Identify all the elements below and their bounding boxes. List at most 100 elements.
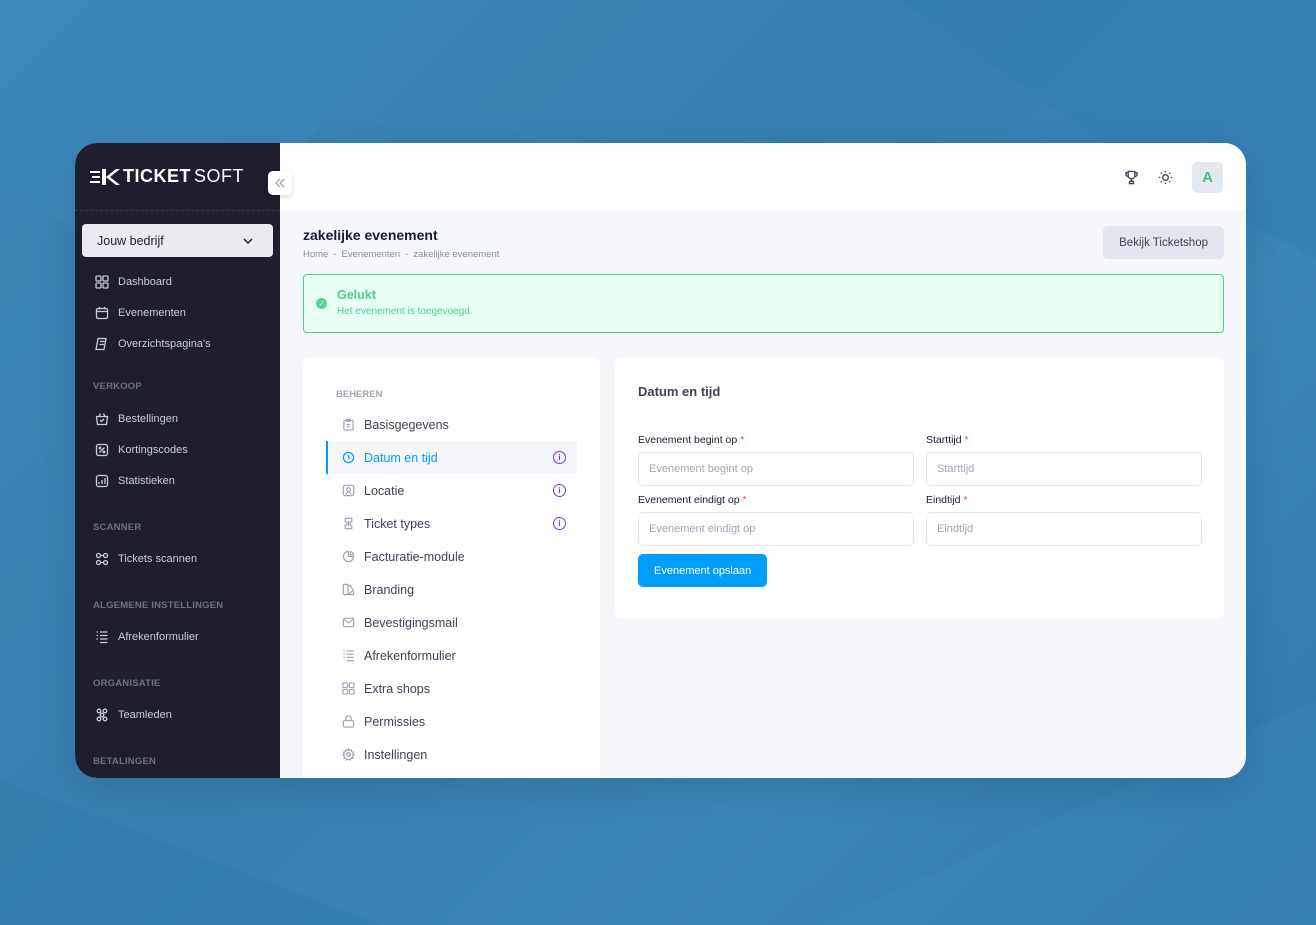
grid-icon — [341, 682, 355, 695]
end-time-input[interactable] — [926, 512, 1202, 546]
avatar[interactable]: A — [1192, 161, 1223, 193]
sidebar-item-label: Statistieken — [118, 474, 175, 487]
breadcrumb-evenementen[interactable]: Evenementen — [342, 249, 401, 260]
required-mark: * — [963, 494, 968, 506]
logo-area: TICKET SOFT — [75, 143, 280, 211]
manage-item-label: Extra shops — [364, 681, 431, 696]
ticketsoft-logo[interactable]: TICKET SOFT — [90, 166, 244, 187]
breadcrumb: Home - Evenementen - zakelijke evenement — [303, 249, 499, 260]
manage-item-locatie[interactable]: Locatie i — [326, 474, 577, 507]
manage-item-ticket-types[interactable]: Ticket types i — [326, 507, 577, 540]
form-title: Datum en tijd — [638, 384, 721, 399]
manage-item-label: Datum en tijd — [364, 450, 438, 465]
manage-item-basisgegevens[interactable]: Basisgegevens — [326, 408, 577, 441]
logo-text-light: SOFT — [194, 166, 244, 186]
manage-item-facturatie-module[interactable]: Facturatie-module — [326, 540, 577, 573]
scan-icon — [95, 552, 109, 565]
manage-item-label: Facturatie-module — [364, 549, 465, 564]
info-icon: i — [553, 517, 566, 530]
brush-icon — [342, 583, 354, 596]
manage-item-label: Instellingen — [364, 747, 428, 762]
breadcrumb-current: zakelijke evenement — [413, 249, 500, 260]
manage-item-afrekenformulier[interactable]: Afrekenformulier — [326, 639, 577, 672]
sidebar: TICKET SOFT Jouw bedrijf Dashboard Evenem… — [75, 143, 292, 778]
manage-item-permissies[interactable]: Permissies — [326, 705, 577, 738]
company-select[interactable]: Jouw bedrijf — [82, 224, 273, 257]
team-icon — [96, 708, 108, 721]
info-icon: i — [553, 484, 566, 497]
pages-icon — [95, 337, 107, 350]
sidebar-section-organisatie: ORGANISATIE — [93, 678, 161, 689]
required-mark: * — [740, 434, 745, 446]
manage-item-label: Ticket types — [364, 516, 431, 531]
collapse-sidebar-button[interactable] — [268, 171, 292, 195]
sidebar-item-overzichtspaginas[interactable]: Overzichtspagina's — [75, 328, 280, 359]
start-time-input[interactable] — [926, 452, 1202, 486]
logo-mark-icon — [90, 168, 120, 185]
manage-item-extra-shops[interactable]: Extra shops — [326, 672, 577, 705]
end-time-field-group: Eindtijd * — [926, 494, 1202, 546]
manage-item-label: Basisgegevens — [364, 417, 449, 432]
sidebar-item-afrekenformulier[interactable]: Afrekenformulier — [75, 621, 280, 652]
company-select-value: Jouw bedrijf — [97, 233, 164, 248]
clock-icon — [342, 451, 354, 464]
save-event-button[interactable]: Evenement opslaan — [638, 554, 768, 587]
sidebar-item-bestellingen[interactable]: Bestellingen — [75, 403, 280, 434]
calendar-icon — [95, 306, 109, 319]
manage-item-bevestigingsmail[interactable]: Bevestigingsmail — [326, 606, 577, 639]
end-date-field-group: Evenement eindigt op * — [638, 494, 914, 546]
manage-menu: BEHEREN Basisgegevens Datum en tijd i Lo… — [303, 358, 600, 778]
double-chevron-left-icon — [275, 178, 285, 188]
sidebar-item-teamleden[interactable]: Teamleden — [75, 699, 280, 730]
breadcrumb-home[interactable]: Home — [303, 249, 328, 260]
sidebar-item-label: Tickets scannen — [118, 552, 198, 565]
page-header: zakelijke evenement Home - Evenementen -… — [303, 227, 499, 260]
sidebar-item-tickets-scannen[interactable]: Tickets scannen — [75, 543, 280, 574]
manage-item-label: Locatie — [364, 483, 405, 498]
basket-icon — [95, 412, 109, 425]
sidebar-item-label: Overzichtspagina's — [118, 337, 211, 350]
manage-item-label: Permissies — [364, 714, 426, 729]
required-mark: * — [742, 494, 747, 506]
topbar: A — [280, 143, 1246, 211]
sidebar-item-label: Evenementen — [118, 306, 186, 319]
sidebar-section-scanner: SCANNER — [93, 522, 142, 533]
sidebar-item-statistieken[interactable]: Statistieken — [75, 465, 280, 496]
chevron-down-icon — [243, 237, 253, 244]
breadcrumb-separator: - — [405, 249, 409, 260]
view-ticketshop-button[interactable]: Bekijk Ticketshop — [1103, 226, 1224, 259]
sidebar-section-algemene-instellingen: ALGEMENE INSTELLINGEN — [93, 600, 224, 611]
alert-text: Het evenement is toegevoegd — [337, 306, 470, 317]
theme-toggle-button[interactable] — [1156, 168, 1174, 186]
trophy-button[interactable] — [1122, 168, 1140, 186]
sidebar-item-kortingscodes[interactable]: Kortingscodes — [75, 434, 280, 465]
app-window: TICKET SOFT Jouw bedrijf Dashboard Evenem… — [75, 143, 1246, 778]
datetime-form: Evenement begint op * Starttijd * Evenem… — [638, 434, 1202, 546]
sidebar-item-label: Teamleden — [118, 708, 172, 721]
manage-item-datum-en-tijd[interactable]: Datum en tijd i — [326, 441, 577, 474]
invoice-icon — [342, 550, 354, 563]
page-title: zakelijke evenement — [303, 227, 438, 243]
start-date-field-group: Evenement begint op * — [638, 434, 914, 486]
lock-icon — [342, 715, 354, 728]
sidebar-item-label: Afrekenformulier — [118, 630, 199, 643]
manage-title: BEHEREN — [336, 389, 383, 400]
list-icon — [342, 650, 354, 662]
sidebar-item-dashboard[interactable]: Dashboard — [75, 266, 280, 297]
grid-icon — [95, 274, 109, 289]
manage-item-label: Branding — [364, 582, 415, 597]
sidebar-section-verkoop: VERKOOP — [93, 381, 142, 392]
manage-item-label: Bevestigingsmail — [364, 615, 458, 630]
sidebar-item-label: Bestellingen — [118, 412, 178, 425]
start-date-label: Evenement begint op * — [638, 434, 745, 446]
sidebar-item-evenementen[interactable]: Evenementen — [75, 297, 280, 328]
manage-item-instellingen[interactable]: Instellingen — [326, 738, 577, 771]
location-icon — [342, 484, 354, 497]
manage-item-branding[interactable]: Branding — [326, 573, 577, 606]
end-date-label: Evenement eindigt op * — [638, 494, 747, 506]
end-date-input[interactable] — [638, 512, 914, 546]
sun-icon — [1158, 170, 1172, 184]
start-date-input[interactable] — [638, 452, 914, 486]
ticket-icon — [344, 517, 352, 530]
mail-icon — [342, 617, 354, 628]
